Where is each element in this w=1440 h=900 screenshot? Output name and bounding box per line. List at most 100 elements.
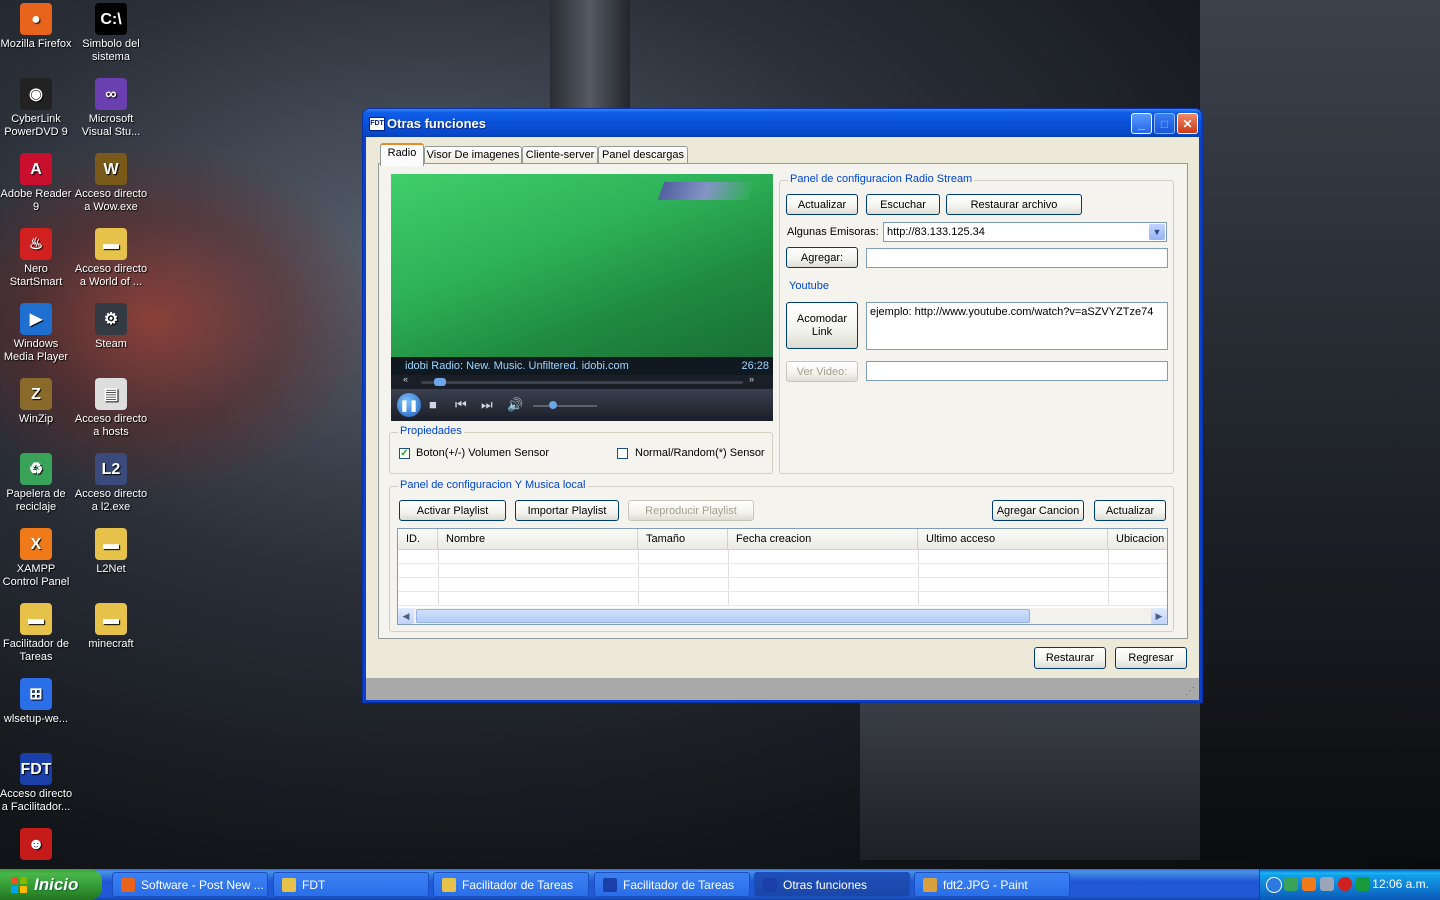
seek-thumb[interactable] bbox=[433, 378, 446, 386]
col-nombre[interactable]: Nombre bbox=[438, 529, 638, 549]
desktop-icon[interactable]: ◉ CyberLink PowerDVD 9 bbox=[0, 78, 74, 139]
tray-antivirus-icon[interactable] bbox=[1338, 877, 1352, 891]
seek-track[interactable] bbox=[421, 381, 743, 384]
table-row[interactable] bbox=[398, 592, 1167, 606]
scroll-left-icon[interactable]: ◀ bbox=[398, 608, 414, 624]
fdt-app-icon[interactable]: FDT bbox=[369, 117, 385, 131]
next-button[interactable]: ⏭ bbox=[481, 397, 493, 413]
desktop-icon-label: Acceso directo a Wow.exe bbox=[74, 188, 148, 213]
restaurar-archivo-button[interactable]: Restaurar archivo bbox=[946, 194, 1082, 215]
horizontal-scrollbar[interactable]: ◀ ▶ bbox=[398, 608, 1167, 624]
status-bar: ⋰ bbox=[366, 678, 1199, 700]
col-tamano[interactable]: Tamaño bbox=[638, 529, 728, 549]
desktop-icon[interactable]: ● Mozilla Firefox bbox=[0, 3, 74, 51]
ver-video-button[interactable]: Ver Video: bbox=[786, 361, 858, 382]
scroll-thumb[interactable] bbox=[416, 609, 1030, 623]
volume-thumb[interactable] bbox=[549, 401, 557, 409]
escuchar-button[interactable]: Escuchar bbox=[866, 194, 940, 215]
importar-playlist-button[interactable]: Importar Playlist bbox=[515, 500, 619, 521]
restaurar-button[interactable]: Restaurar bbox=[1034, 647, 1106, 669]
desktop-icon[interactable]: Z WinZip bbox=[0, 378, 74, 426]
table-row[interactable] bbox=[398, 550, 1167, 564]
start-button[interactable]: Inicio bbox=[0, 869, 102, 900]
fast-forward-icon[interactable]: » bbox=[749, 374, 754, 384]
desktop-icon[interactable]: ▬ Facilitador de Tareas bbox=[0, 603, 74, 664]
actualizar-musica-button[interactable]: Actualizar bbox=[1094, 500, 1166, 521]
tray-xampp-icon[interactable] bbox=[1302, 877, 1316, 891]
acomodar-link-button[interactable]: Acomodar Link bbox=[786, 302, 858, 349]
ver-video-input[interactable] bbox=[866, 361, 1168, 381]
volume-icon[interactable]: 🔊 bbox=[507, 397, 523, 413]
desktop-icon[interactable]: W Acceso directo a Wow.exe bbox=[73, 153, 149, 214]
agregar-button[interactable]: Agregar: bbox=[786, 247, 858, 268]
col-ubicacion[interactable]: Ubicacion bbox=[1108, 529, 1167, 549]
desktop-icon[interactable]: ▬ minecraft bbox=[73, 603, 149, 651]
scroll-right-icon[interactable]: ▶ bbox=[1151, 608, 1167, 624]
desktop-icon[interactable]: ▶ Windows Media Player bbox=[0, 303, 74, 364]
desktop-icon[interactable]: ♨ Nero StartSmart bbox=[0, 228, 74, 289]
agregar-cancion-button[interactable]: Agregar Cancion bbox=[992, 500, 1084, 521]
tab-cliente-server[interactable]: Cliente-server bbox=[522, 146, 598, 164]
chevron-down-icon[interactable]: ▼ bbox=[1149, 224, 1165, 240]
reproducir-playlist-button[interactable]: Reproducir Playlist bbox=[628, 500, 754, 521]
minimize-button[interactable]: _ bbox=[1131, 113, 1152, 134]
tray-monitor-icon[interactable] bbox=[1320, 877, 1334, 891]
desktop-icon[interactable]: ⚙ Steam bbox=[73, 303, 149, 351]
col-fecha-creacion[interactable]: Fecha creacion bbox=[728, 529, 918, 549]
desktop-icon[interactable]: ♻ Papelera de reciclaje bbox=[0, 453, 74, 514]
volume-slider[interactable] bbox=[533, 405, 597, 407]
table-row[interactable] bbox=[398, 564, 1167, 578]
pause-button[interactable]: ❚❚ bbox=[397, 393, 421, 417]
taskbar-item[interactable]: Facilitador de Tareas bbox=[594, 872, 750, 897]
desktop-icon[interactable]: ⊞ wlsetup-we... bbox=[0, 678, 74, 726]
tray-expand-icon[interactable] bbox=[1266, 877, 1282, 893]
taskbar-item[interactable]: FDT bbox=[273, 872, 429, 897]
desktop-icon[interactable]: X XAMPP Control Panel bbox=[0, 528, 74, 589]
music-table[interactable]: ID. Nombre Tamaño Fecha creacion Ultimo … bbox=[397, 528, 1168, 625]
desktop-icon[interactable]: C:\ Simbolo del sistema bbox=[73, 3, 149, 64]
regresar-button[interactable]: Regresar bbox=[1115, 647, 1187, 669]
resize-grip-icon[interactable]: ⋰ bbox=[1185, 686, 1195, 697]
stop-button[interactable]: ■ bbox=[429, 397, 437, 412]
desktop-icon-label: Acceso directo a World of ... bbox=[74, 263, 148, 288]
tab-visor-de-imagenes[interactable]: Visor De imagenes bbox=[424, 146, 522, 164]
tray-network-icon[interactable] bbox=[1284, 877, 1298, 891]
desktop-icon[interactable]: FDT Acceso directo a Facilitador... bbox=[0, 753, 74, 814]
taskbar-item[interactable]: Otras funciones bbox=[754, 872, 910, 897]
taskbar-item[interactable]: fdt2.JPG - Paint bbox=[914, 872, 1070, 897]
col-ultimo-acceso[interactable]: Ultimo acceso bbox=[918, 529, 1108, 549]
desktop-icon[interactable]: ☻ bbox=[0, 828, 74, 863]
desktop-icon[interactable]: ▬ Acceso directo a World of ... bbox=[73, 228, 149, 289]
table-row[interactable] bbox=[398, 578, 1167, 592]
desktop-icon[interactable]: L2 Acceso directo a l2.exe bbox=[73, 453, 149, 514]
random-sensor-checkbox[interactable] bbox=[617, 448, 628, 459]
desktop-icon[interactable]: ▤ Acceso directo a hosts bbox=[73, 378, 149, 439]
activar-playlist-button[interactable]: Activar Playlist bbox=[399, 500, 506, 521]
previous-button[interactable]: ⏮ bbox=[455, 397, 467, 413]
clock[interactable]: 12:06 a.m. bbox=[1372, 877, 1429, 891]
media-player[interactable]: idobi Radio: New. Music. Unfiltered. ido… bbox=[391, 174, 773, 421]
actualizar-radio-button[interactable]: Actualizar bbox=[786, 194, 858, 215]
folder-icon: ▬ bbox=[95, 528, 127, 560]
desktop-icon-label: XAMPP Control Panel bbox=[2, 563, 70, 588]
maximize-button[interactable]: □ bbox=[1154, 113, 1175, 134]
taskbar-item[interactable]: Facilitador de Tareas bbox=[433, 872, 589, 897]
desktop-icon[interactable]: A Adobe Reader 9 bbox=[0, 153, 74, 214]
col-id[interactable]: ID. bbox=[398, 529, 438, 549]
youtube-link-input[interactable]: ejemplo: http://www.youtube.com/watch?v=… bbox=[866, 302, 1168, 350]
tab-radio[interactable]: Radio bbox=[380, 143, 424, 166]
propiedades-title: Propiedades bbox=[398, 425, 464, 437]
desktop-icon[interactable]: ∞ Microsoft Visual Stu... bbox=[73, 78, 149, 139]
seek-bar[interactable]: « » bbox=[391, 374, 773, 389]
volumen-sensor-checkbox[interactable]: ✓ bbox=[399, 448, 410, 459]
tray-app-icon[interactable] bbox=[1356, 877, 1370, 891]
close-button[interactable]: ✕ bbox=[1177, 113, 1198, 134]
desktop-icon[interactable]: ▬ L2Net bbox=[73, 528, 149, 576]
title-bar[interactable]: FDT Otras funciones _ □ ✕ bbox=[363, 109, 1202, 137]
tab-panel-descargas[interactable]: Panel descargas bbox=[598, 146, 688, 164]
taskbar-item[interactable]: Software - Post New ... bbox=[112, 872, 268, 897]
agregar-input[interactable] bbox=[866, 248, 1168, 268]
rewind-icon[interactable]: « bbox=[403, 374, 408, 384]
powerdvd-icon: ◉ bbox=[20, 78, 52, 110]
emisoras-combo[interactable]: http://83.133.125.34 ▼ bbox=[883, 222, 1167, 242]
